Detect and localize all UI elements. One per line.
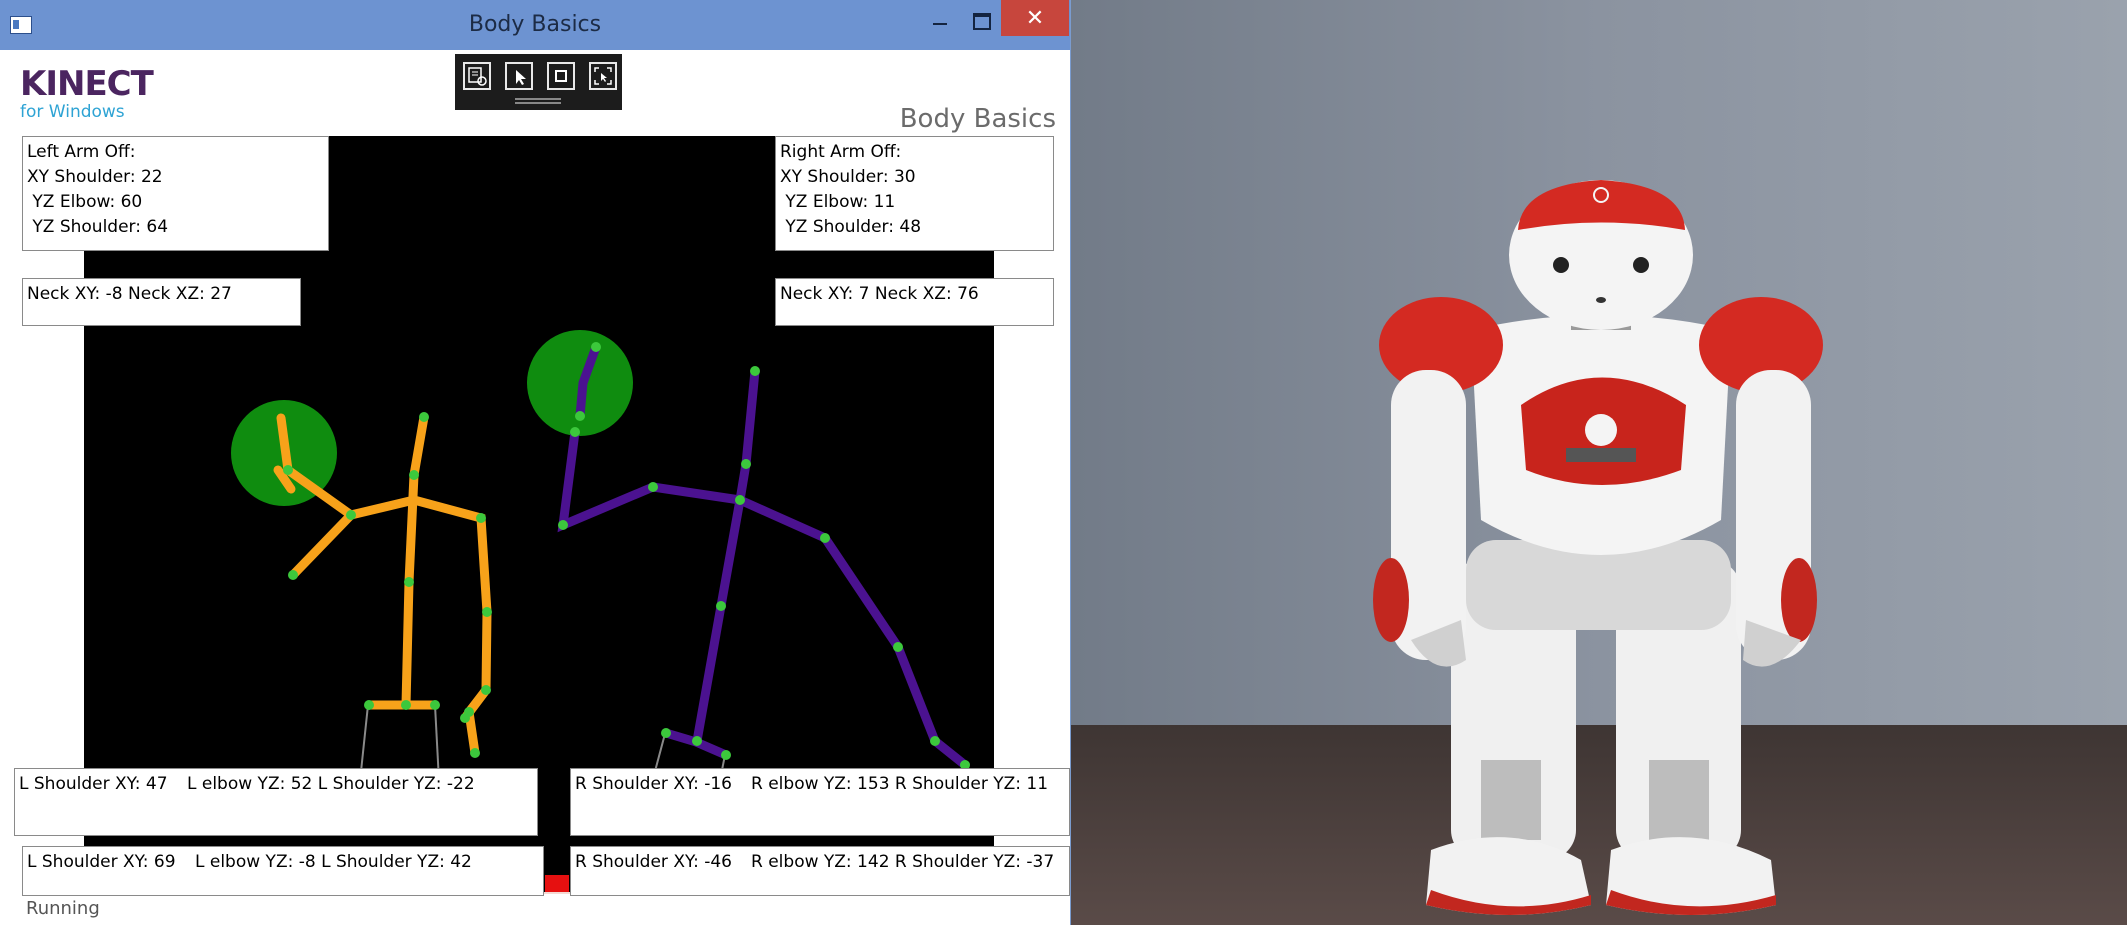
window-title: Body Basics [468,12,602,37]
toolbar-grip[interactable] [515,98,561,100]
left-arm-line: YZ Elbow: 60 [27,192,143,212]
close-button[interactable]: ✕ [1001,0,1069,36]
joint-dot [570,427,580,437]
neck-left-box: Neck XY: -8 Neck XZ: 27 [22,278,301,326]
joint-dot [283,465,293,475]
logo-main-text: KINECT [20,64,154,104]
kinect-logo: KINECT for Windows [20,64,154,122]
right-arm-line: YZ Shoulder: 48 [780,217,922,237]
screenshot-icon [594,67,612,85]
right-shoulder-xy: R Shoulder XY: -46 [575,852,732,872]
close-icon: ✕ [1025,5,1045,31]
right-arm-status-box: Right Arm Off: XY Shoulder: 30 YZ Elbow: … [775,136,1054,251]
right-elbow-shoulder-yz: R elbow YZ: 153 R Shoulder YZ: 11 [751,774,1049,794]
neck-right-box: Neck XY: 7 Neck XZ: 76 [775,278,1054,326]
left-arm-line: Left Arm Off: [27,142,136,162]
joint-dot [661,728,671,738]
joint-dot [364,700,374,710]
joint-dot [558,520,568,530]
frame-button[interactable] [547,62,575,90]
left-angles-box-1: L Shoulder XY: 47 L elbow YZ: 52 L Shoul… [14,768,538,836]
joint-dot [460,713,470,723]
joint-dot [750,366,760,376]
screenshot-button[interactable] [589,62,617,90]
left-shoulder-xy: L Shoulder XY: 69 [27,852,176,872]
joint-dot [721,750,731,760]
cursor-select-icon [516,70,526,85]
joint-dot [716,601,726,611]
left-arm-status-box: Left Arm Off: XY Shoulder: 22 YZ Elbow: 6… [22,136,329,251]
joint-dot [409,470,419,480]
joint-dot [346,510,356,520]
left-elbow-shoulder-yz: L elbow YZ: -8 L Shoulder YZ: 42 [195,852,472,872]
joint-dot [820,533,830,543]
settings-select-icon [468,67,487,86]
joint-dot [470,748,480,758]
left-arm-line: XY Shoulder: 22 [27,167,163,187]
robot-photo-illustration [1071,0,2127,925]
joint-dot [419,412,429,422]
joint-dot [692,736,702,746]
minimize-icon [933,23,947,25]
right-arm-line: XY Shoulder: 30 [780,167,916,187]
joint-dot [591,342,601,352]
joint-dot [893,642,903,652]
joint-dot [741,459,751,469]
status-bar-text: Running [26,898,100,919]
right-arm-line: Right Arm Off: [780,142,902,162]
joint-dot [288,570,298,580]
page-title: Body Basics [899,104,1056,134]
title-bar[interactable]: Body Basics ✕ [0,0,1070,50]
right-arm-line: YZ Elbow: 11 [780,192,896,212]
joint-dot [575,411,585,421]
cursor-select-button[interactable] [505,62,533,90]
minimize-button[interactable] [920,6,960,36]
left-arm-line: YZ Shoulder: 64 [27,217,169,237]
neck-right-text: Neck XY: 7 Neck XZ: 76 [780,284,979,304]
left-elbow-shoulder-yz: L elbow YZ: 52 L Shoulder YZ: -22 [187,774,475,794]
robot-photo [1071,0,2127,925]
body-basics-window: Body Basics ✕ KINECT for Windows Body Ba… [0,0,1071,925]
neck-left-text: Neck XY: -8 Neck XZ: 27 [27,284,232,304]
joint-dot [482,607,492,617]
red-indicator [545,875,569,892]
joint-dot [476,513,486,523]
right-angles-box-1: R Shoulder XY: -16 R elbow YZ: 153 R Sho… [570,768,1070,836]
frame-icon [555,70,567,82]
maximize-icon [973,12,991,30]
joint-dot [648,482,658,492]
right-shoulder-xy: R Shoulder XY: -16 [575,774,732,794]
maximize-button[interactable] [962,6,1002,36]
joint-dot [401,700,411,710]
left-angles-box-2: L Shoulder XY: 69 L elbow YZ: -8 L Shoul… [22,846,544,896]
debug-toolbar [455,54,622,110]
carpet-floor [1071,725,2127,925]
joint-dot [404,577,414,587]
logo-sub-text: for Windows [20,102,125,122]
settings-select-button[interactable] [463,62,491,90]
right-angles-box-2: R Shoulder XY: -46 R elbow YZ: 142 R Sho… [570,846,1070,896]
joint-dot [430,700,440,710]
right-elbow-shoulder-yz: R elbow YZ: 142 R Shoulder YZ: -37 [751,852,1055,872]
left-shoulder-xy: L Shoulder XY: 47 [19,774,168,794]
joint-dot [930,736,940,746]
joint-dot [735,495,745,505]
joint-dot [481,685,491,695]
